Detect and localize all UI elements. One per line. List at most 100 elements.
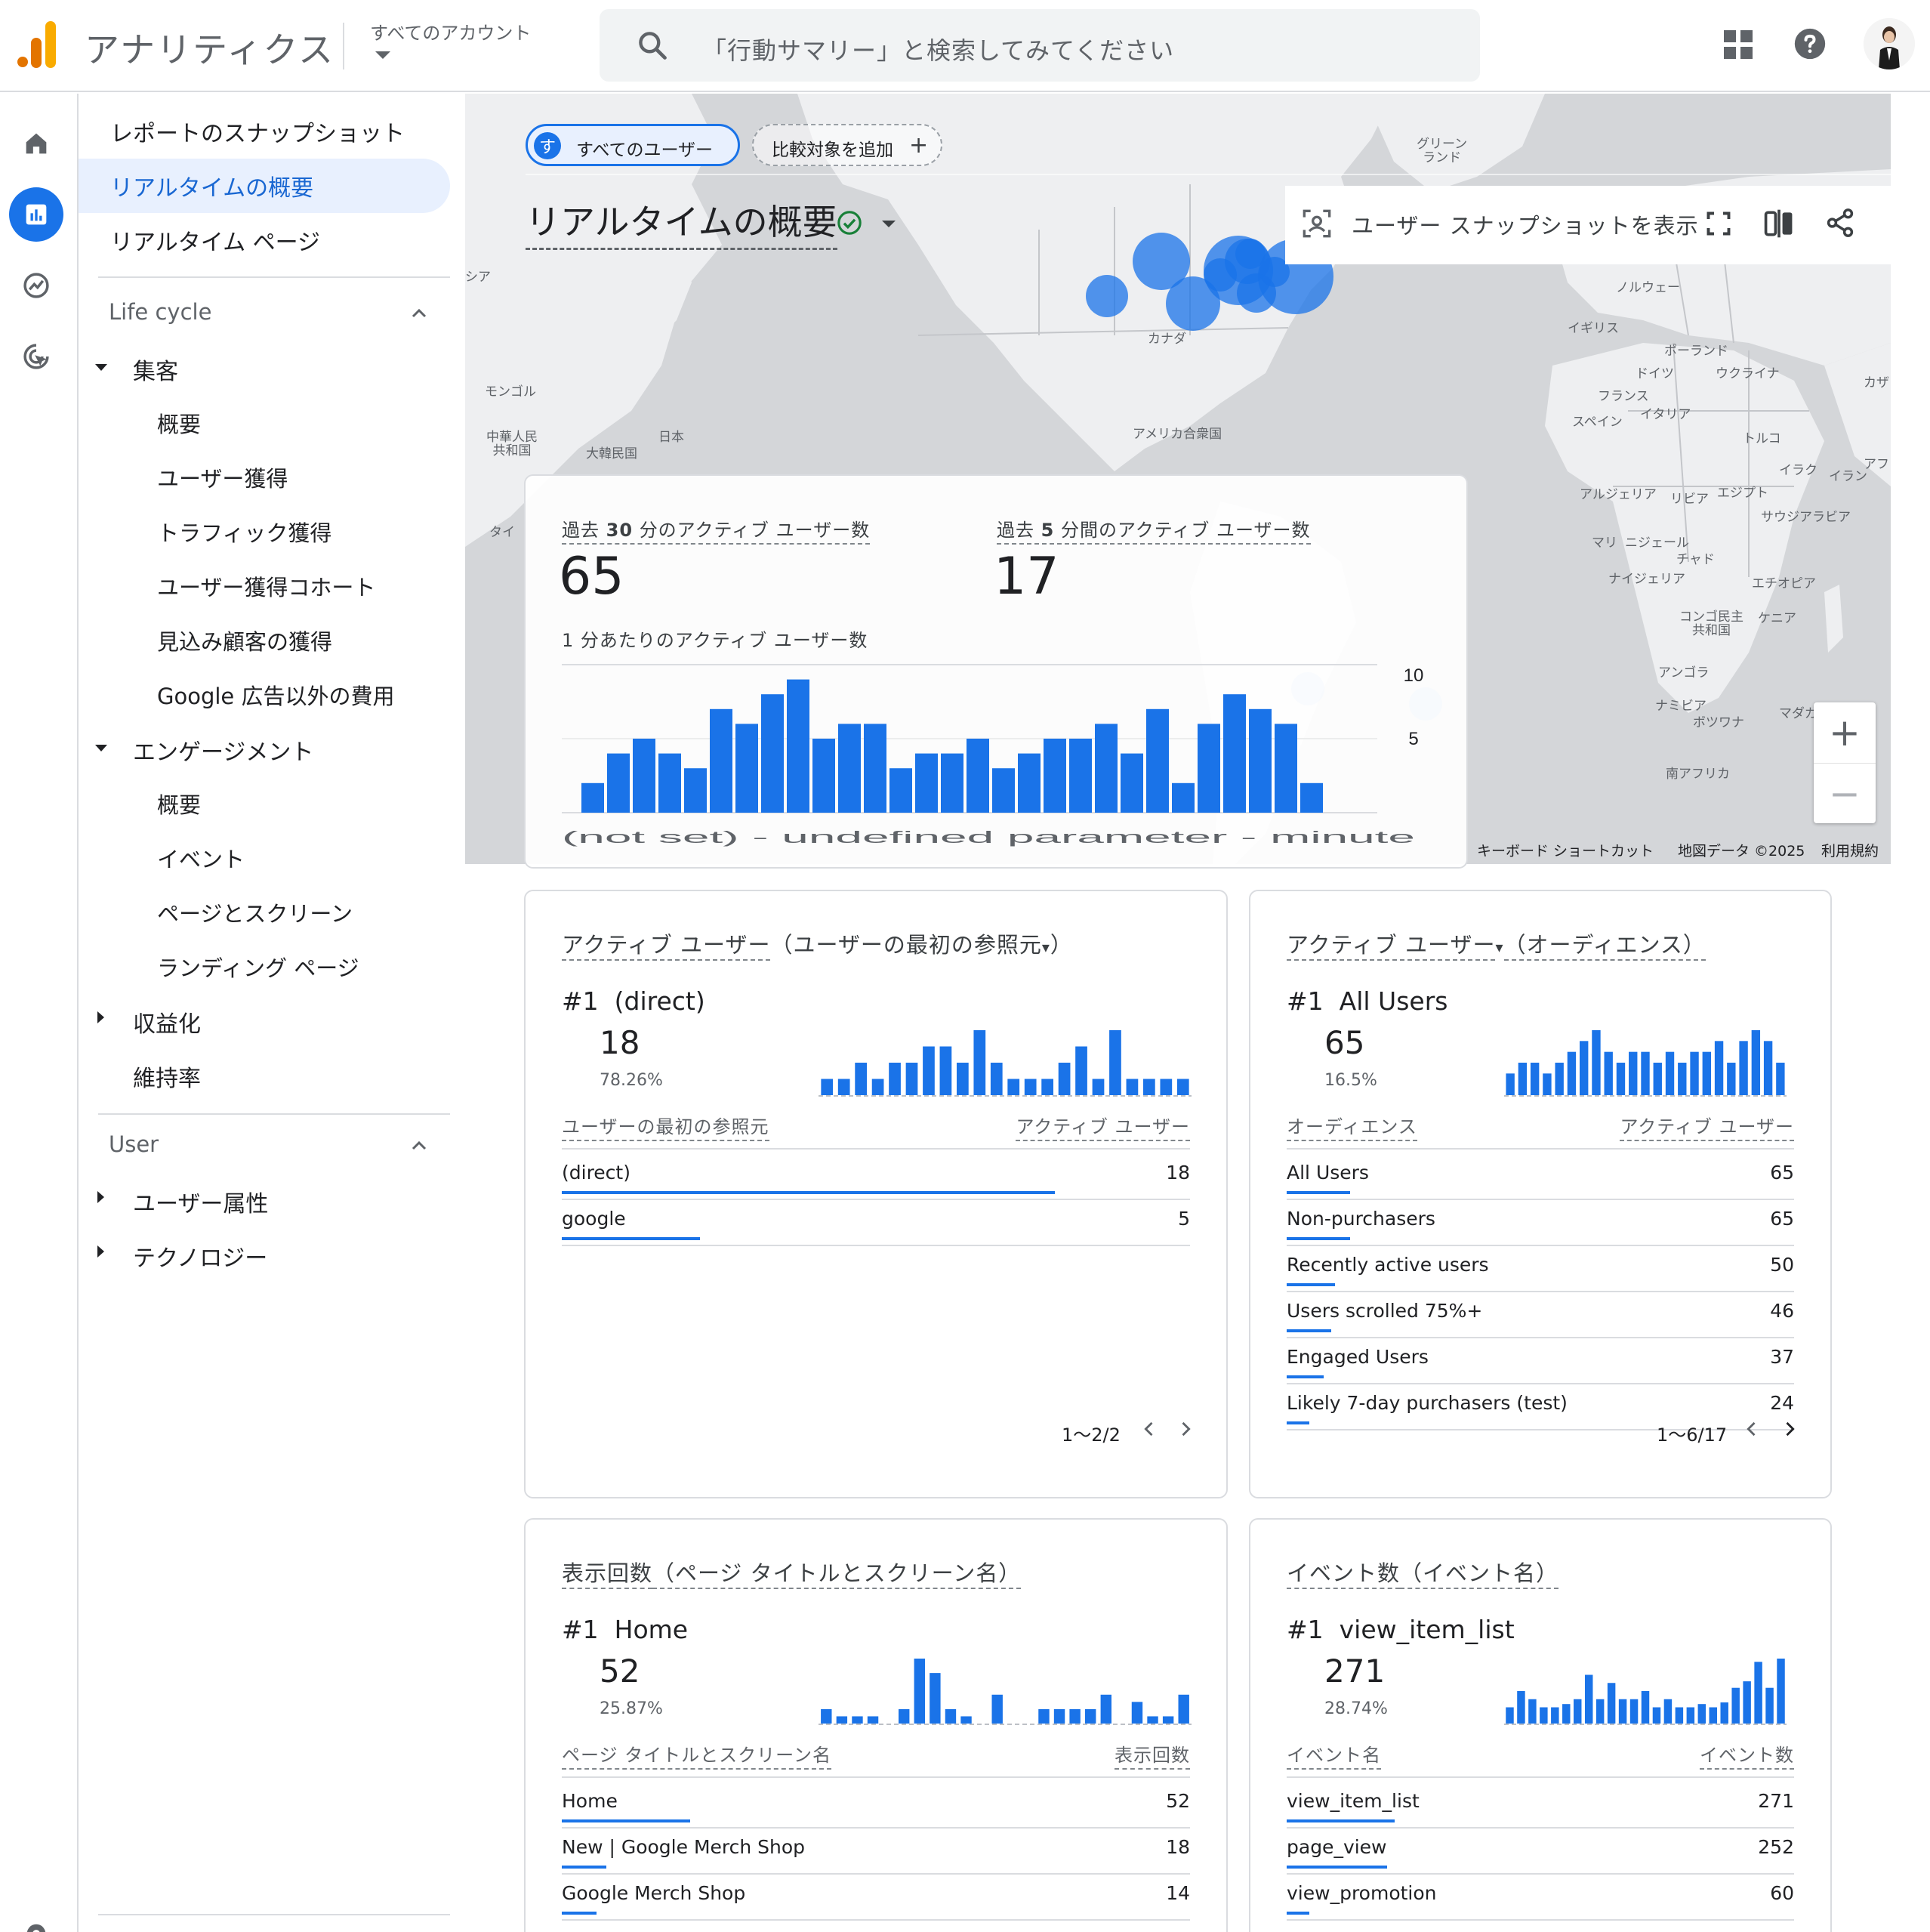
add-comparison-button[interactable]: 比較対象を追加 + bbox=[752, 124, 942, 166]
nav-user-attributes[interactable]: ユーザー属性 bbox=[133, 1185, 268, 1218]
search-input[interactable]: 「行動サマリー」と検索してみてください bbox=[702, 32, 1174, 66]
card-title[interactable]: アクティブ ユーザー▾（オーディエンス） bbox=[1287, 927, 1706, 961]
nav-non-google-cost[interactable]: Google 広告以外の費用 bbox=[157, 679, 394, 711]
nav-realtime-overview[interactable]: リアルタイムの概要 bbox=[79, 159, 450, 213]
nav-events[interactable]: イベント bbox=[157, 842, 245, 874]
table-row[interactable]: view_promotion 60 bbox=[1287, 1875, 1794, 1921]
caret-down-icon[interactable] bbox=[95, 745, 107, 752]
sparkline-bar bbox=[1518, 1063, 1528, 1095]
column-header-metric[interactable]: 表示回数 bbox=[1115, 1740, 1190, 1770]
row-share-bar bbox=[1287, 1375, 1324, 1378]
map-label-saudi: サウジアラビア bbox=[1761, 510, 1851, 525]
table-row[interactable]: google 5 bbox=[562, 1200, 1190, 1246]
caret-right-icon[interactable] bbox=[97, 1011, 104, 1023]
nav-landing-page[interactable]: ランディング ページ bbox=[157, 951, 359, 983]
card-title[interactable]: アクティブ ユーザー（ユーザーの最初の参照元▾） bbox=[562, 927, 1073, 961]
nav-realtime-pages[interactable]: リアルタイム ページ bbox=[79, 213, 450, 267]
table-row[interactable]: All Users 65 bbox=[1287, 1154, 1794, 1200]
table-row[interactable]: Recently active users 50 bbox=[1287, 1246, 1794, 1292]
column-header-metric[interactable]: アクティブ ユーザー bbox=[1620, 1112, 1794, 1141]
chevron-left-icon[interactable] bbox=[1139, 1417, 1160, 1441]
nav-acquisition-overview[interactable]: 概要 bbox=[157, 407, 201, 439]
caret-right-icon[interactable] bbox=[97, 1245, 104, 1258]
sparkline-bar bbox=[1777, 1659, 1785, 1724]
home-nav-button[interactable] bbox=[9, 116, 63, 171]
user-snapshot-button[interactable]: ユーザー スナップショットを表示 bbox=[1352, 208, 1699, 240]
table-row[interactable]: Google Merch Shop 14 bbox=[562, 1875, 1190, 1921]
settings-nav-button[interactable] bbox=[9, 1906, 63, 1932]
title-dropdown-icon[interactable] bbox=[882, 221, 896, 227]
table-row[interactable]: Home 52 bbox=[562, 1782, 1190, 1829]
table-row[interactable]: Non-purchasers 65 bbox=[1287, 1200, 1794, 1246]
table-row[interactable]: view_item_list 271 bbox=[1287, 1782, 1794, 1829]
per-minute-bar-chart[interactable]: 10 5 (not set) - undefined parameter - min… bbox=[562, 662, 1438, 850]
minute-bar bbox=[684, 768, 707, 813]
search-bar[interactable]: 「行動サマリー」と検索してみてください bbox=[600, 9, 1480, 82]
fullscreen-icon[interactable] bbox=[1705, 210, 1732, 237]
column-header-metric[interactable]: イベント数 bbox=[1700, 1740, 1794, 1770]
nav-technology[interactable]: テクノロジー bbox=[133, 1239, 267, 1273]
column-header-dimension[interactable]: ページ タイトルとスクリーン名 bbox=[562, 1740, 831, 1770]
nav-acquisition-cohort[interactable]: ユーザー獲得コホート bbox=[157, 570, 375, 602]
column-header-dimension[interactable]: オーディエンス bbox=[1287, 1112, 1417, 1141]
active-5-label[interactable]: 過去 5 分間のアクティブ ユーザー数 bbox=[997, 515, 1311, 545]
table-row[interactable]: Engaged Users 37 bbox=[1287, 1338, 1794, 1384]
compare-icon[interactable] bbox=[1762, 207, 1796, 240]
nav-pages-screens[interactable]: ページとスクリーン bbox=[157, 897, 353, 928]
zoom-out-button[interactable]: − bbox=[1814, 763, 1876, 823]
keyboard-shortcuts-link[interactable]: キーボード ショートカット bbox=[1477, 840, 1654, 860]
chevron-up-icon[interactable] bbox=[411, 305, 427, 322]
nav-user-acquisition[interactable]: ユーザー獲得 bbox=[157, 461, 288, 493]
segment-chip-all-users[interactable]: す すべてのユーザー bbox=[526, 124, 740, 166]
caret-down-icon[interactable] bbox=[95, 364, 107, 371]
table-row[interactable]: Users scrolled 75%+ 46 bbox=[1287, 1292, 1794, 1338]
help-icon[interactable] bbox=[1793, 27, 1827, 60]
card-title[interactable]: 表示回数（ページ タイトルとスクリーン名） bbox=[562, 1556, 1022, 1589]
table-row[interactable]: page_view 252 bbox=[1287, 1829, 1794, 1875]
page-title[interactable]: リアルタイムの概要 bbox=[526, 195, 837, 250]
active-30-label[interactable]: 過去 30 分のアクティブ ユーザー数 bbox=[562, 515, 871, 545]
apps-grid-icon[interactable] bbox=[1724, 30, 1753, 59]
nav-engagement[interactable]: エンゲージメント bbox=[133, 733, 313, 767]
nav-engagement-overview[interactable]: 概要 bbox=[157, 788, 201, 819]
column-header-metric[interactable]: アクティブ ユーザー bbox=[1016, 1112, 1190, 1141]
nav-traffic-acquisition[interactable]: トラフィック獲得 bbox=[157, 516, 331, 548]
advertising-nav-button[interactable] bbox=[9, 329, 63, 384]
column-header-dimension[interactable]: ユーザーの最初の参照元 bbox=[562, 1112, 769, 1141]
chevron-up-icon[interactable] bbox=[411, 1137, 427, 1154]
top-item: #1 view_item_list bbox=[1287, 1615, 1515, 1644]
nav-acquisition[interactable]: 集客 bbox=[133, 353, 178, 386]
account-dropdown-icon[interactable] bbox=[375, 51, 390, 59]
caret-right-icon[interactable] bbox=[97, 1191, 104, 1203]
column-header-dimension[interactable]: イベント名 bbox=[1287, 1740, 1381, 1770]
pagination-label: 1〜2/2 bbox=[1062, 1424, 1121, 1446]
row-share-bar bbox=[1287, 1237, 1350, 1240]
row-label: view_promotion bbox=[1287, 1882, 1437, 1904]
reports-nav-button[interactable] bbox=[9, 187, 63, 242]
chevron-right-icon[interactable] bbox=[1779, 1417, 1800, 1441]
nav-reports-snapshot[interactable]: レポートのスナップショット bbox=[79, 104, 450, 159]
card-title[interactable]: イベント数（イベント名） bbox=[1287, 1556, 1559, 1589]
zoom-in-button[interactable]: + bbox=[1814, 702, 1876, 763]
account-avatar[interactable] bbox=[1864, 18, 1915, 69]
table-row[interactable]: New | Google Merch Shop 18 bbox=[562, 1829, 1190, 1875]
analytics-logo[interactable] bbox=[17, 21, 57, 68]
terms-link[interactable]: 利用規約 bbox=[1821, 840, 1879, 860]
explore-nav-button[interactable] bbox=[9, 258, 63, 313]
nav-section-user[interactable]: User bbox=[109, 1131, 159, 1157]
avatar-photo bbox=[1864, 18, 1915, 69]
check-circle-icon[interactable] bbox=[837, 210, 862, 236]
chevron-left-icon[interactable] bbox=[1741, 1417, 1762, 1441]
nav-monetization[interactable]: 収益化 bbox=[133, 1005, 201, 1039]
account-selector[interactable]: すべてのアカウント bbox=[370, 18, 531, 45]
map-label-egypt: エジプト bbox=[1717, 486, 1768, 501]
nav-retention[interactable]: 維持率 bbox=[133, 1060, 201, 1093]
table-row[interactable]: (direct) 18 bbox=[562, 1154, 1190, 1200]
nav-lead-acquisition[interactable]: 見込み顧客の獲得 bbox=[157, 625, 332, 656]
share-icon[interactable] bbox=[1824, 207, 1856, 239]
chevron-right-icon[interactable] bbox=[1175, 1417, 1196, 1441]
sparkline-bar bbox=[991, 1694, 1003, 1724]
row-divider bbox=[1287, 1919, 1794, 1921]
nav-section-lifecycle[interactable]: Life cycle bbox=[109, 299, 211, 325]
user-snapshot-icon[interactable] bbox=[1302, 208, 1332, 239]
